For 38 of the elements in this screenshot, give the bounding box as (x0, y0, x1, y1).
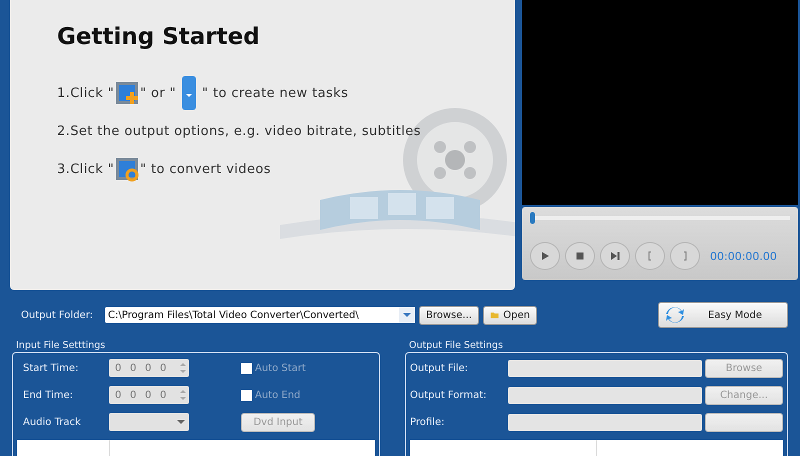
step-text: " to create new tasks (202, 86, 348, 100)
input-field[interactable] (508, 386, 702, 404)
step-text: " or " (140, 86, 176, 100)
player-button[interactable] (565, 242, 595, 270)
field-label: Output Format: (410, 390, 488, 400)
stop-icon (574, 250, 586, 262)
player-button[interactable] (600, 242, 630, 270)
player-button[interactable] (530, 242, 560, 270)
time-display: 00:00:00.00 (710, 250, 777, 262)
step-text: 3.Click " (57, 162, 114, 176)
seek-thumb[interactable] (530, 212, 535, 224)
group-title: Output File Settings (408, 340, 504, 352)
open-button[interactable]: Open (482, 306, 537, 324)
field-label: Profile: (410, 416, 446, 428)
film-convert-icon (114, 156, 140, 182)
field-label: Start Time: (22, 362, 80, 374)
easy-mode-button[interactable]: Easy Mode (658, 302, 788, 328)
spinner-arrows-icon (179, 360, 187, 376)
step-text: 2.Set the output options, e.g. video bitrate, subtitles (57, 124, 421, 138)
field-label: Output Folder: (21, 310, 94, 320)
field-label: Output File: (410, 362, 470, 374)
folder-icon (490, 310, 500, 320)
film-add-icon (114, 80, 140, 106)
spinner-arrows-icon (179, 387, 187, 403)
input-field[interactable] (508, 360, 702, 376)
field-label: Audio Track (22, 416, 82, 428)
welcome-title: Getting Started (57, 24, 261, 50)
output-folder-field[interactable]: C:\Program Files\Total Video Converter\Converted\ (105, 307, 415, 323)
step-text: " to convert videos (140, 162, 271, 176)
next-icon (609, 250, 621, 262)
play-icon (539, 250, 551, 262)
refresh-icon (665, 305, 685, 325)
dropdown-icon (182, 76, 196, 110)
input-field[interactable] (508, 414, 702, 430)
group-title: Input File Setttings (15, 340, 106, 352)
browse-button[interactable]: Browse... (419, 306, 479, 324)
field-label: End Time: (22, 390, 74, 400)
step-text: 1.Click " (57, 86, 114, 100)
